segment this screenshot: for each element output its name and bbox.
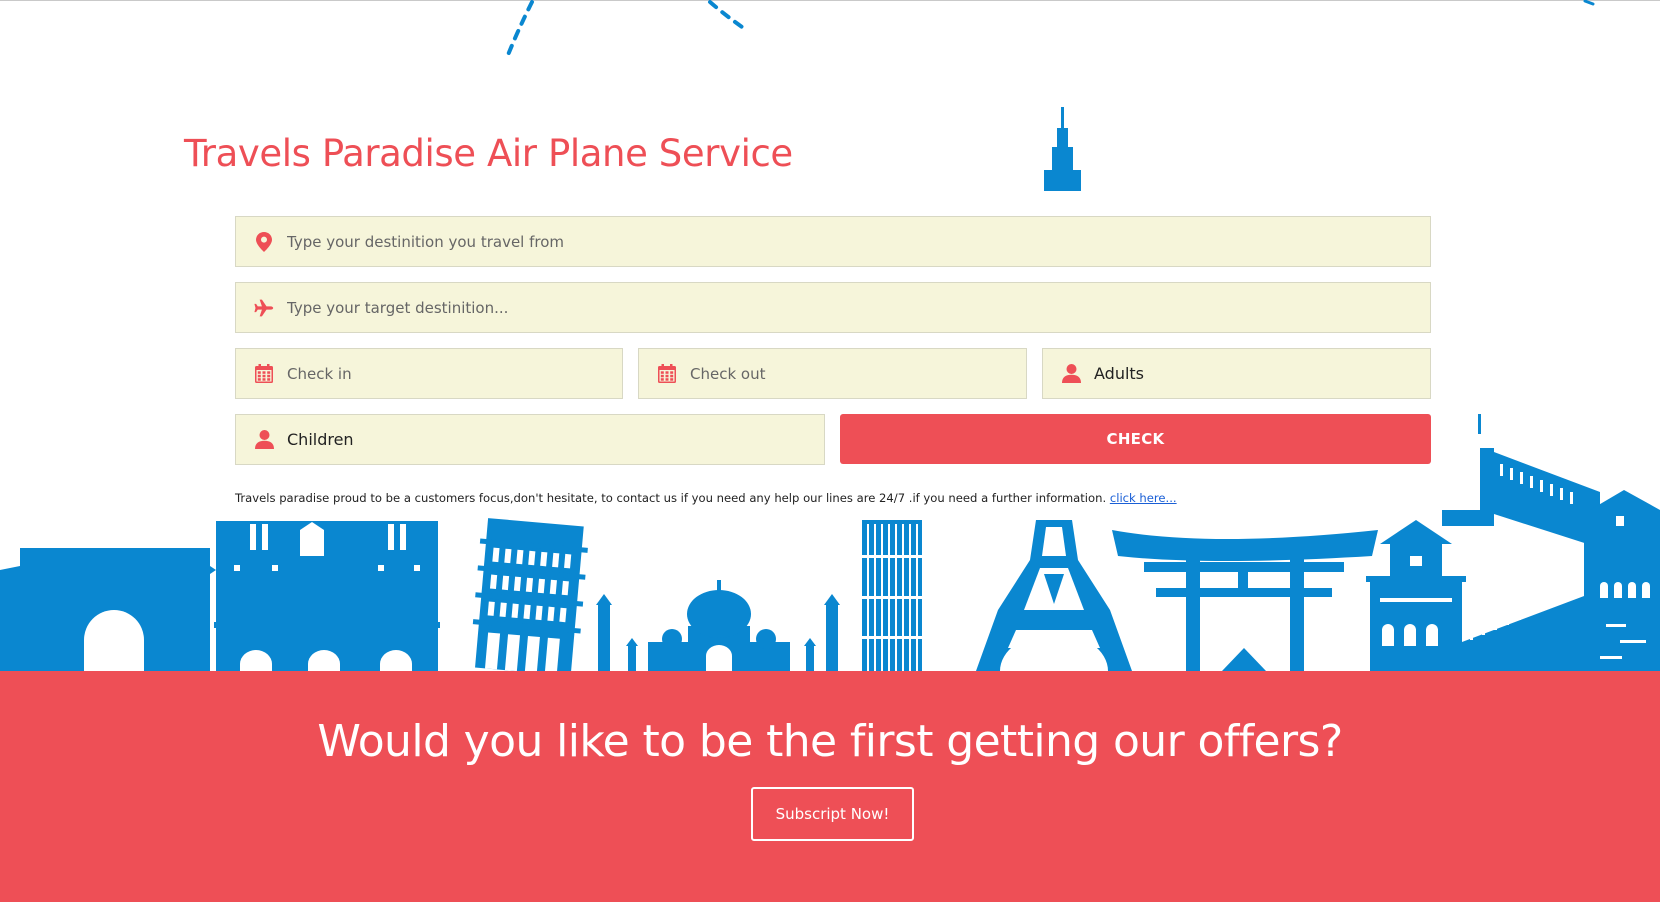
skyscraper-icon xyxy=(862,520,922,671)
calendar-icon xyxy=(657,364,677,384)
calendar-icon xyxy=(254,364,274,384)
subscribe-button[interactable]: Subscript Now! xyxy=(751,787,914,841)
landmarks-skyline xyxy=(0,414,1660,672)
destination-field[interactable] xyxy=(235,282,1431,333)
eiffel-tower-icon xyxy=(976,520,1132,671)
airplane-icon xyxy=(254,298,274,318)
torii-gate-icon xyxy=(1112,530,1378,671)
person-icon xyxy=(1061,364,1081,384)
adults-value: Adults xyxy=(1094,364,1145,383)
destination-input[interactable] xyxy=(287,298,1346,317)
tower-spire-icon xyxy=(1044,107,1081,191)
cathedral-icon xyxy=(214,521,440,671)
map-pin-icon xyxy=(254,231,274,252)
taj-mahal-icon xyxy=(596,580,840,671)
origin-input[interactable] xyxy=(287,232,1346,251)
banner-title: Would you like to be the first getting o… xyxy=(317,716,1343,767)
arc-de-triomphe-icon xyxy=(0,548,216,671)
check-in-input[interactable] xyxy=(287,364,619,383)
tower-house-icon xyxy=(1366,520,1466,671)
check-in-field[interactable] xyxy=(235,348,623,399)
adults-select[interactable]: Adults xyxy=(1042,348,1431,399)
great-wall-icon xyxy=(1442,414,1660,671)
page: Travels Paradise Air Plane Service Adult… xyxy=(0,0,1660,902)
leaning-tower-icon xyxy=(472,518,588,672)
page-title: Travels Paradise Air Plane Service xyxy=(184,132,793,175)
check-out-field[interactable] xyxy=(638,348,1027,399)
subscribe-banner: Would you like to be the first getting o… xyxy=(0,671,1660,902)
check-out-input[interactable] xyxy=(690,364,1023,383)
origin-field[interactable] xyxy=(235,216,1431,267)
